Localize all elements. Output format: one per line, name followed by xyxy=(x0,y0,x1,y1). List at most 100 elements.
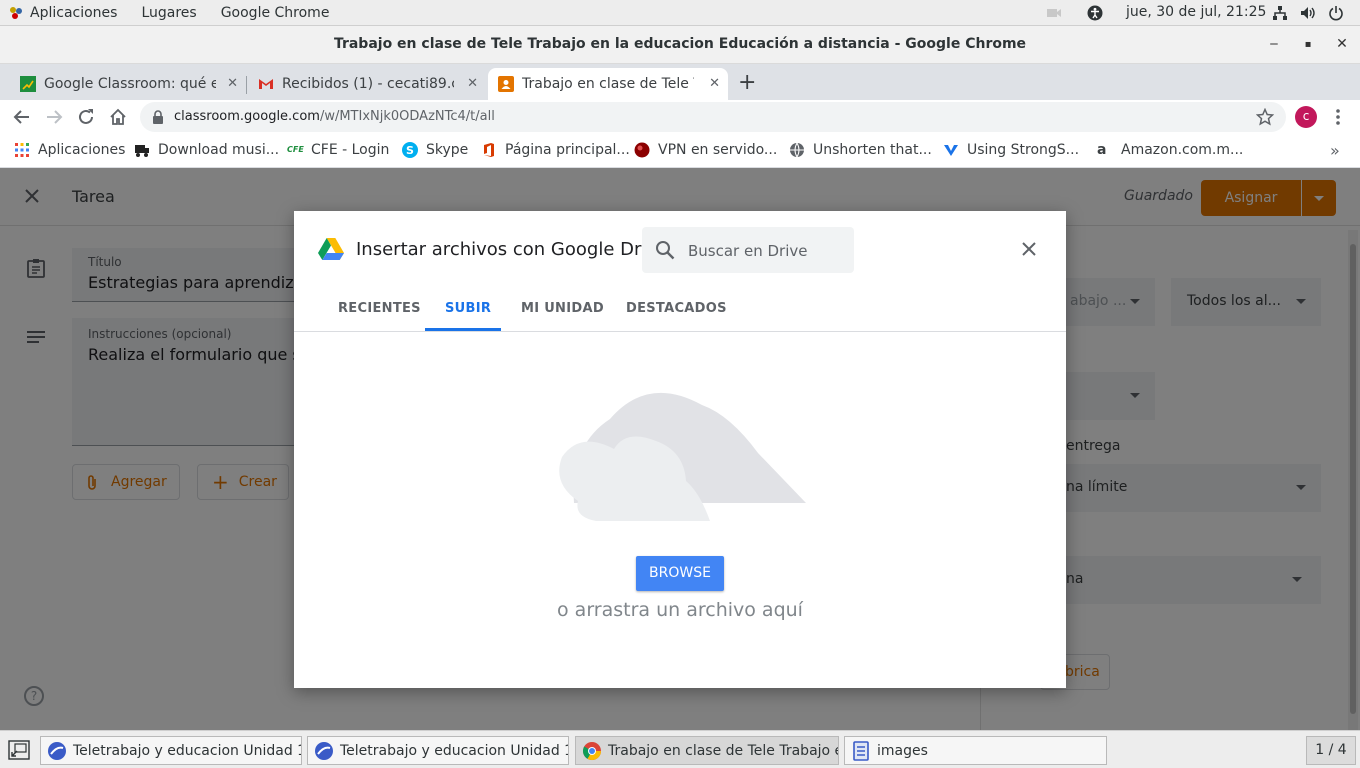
task-label: Teletrabajo y educacion Unidad 1 - ... xyxy=(73,742,301,759)
gmail-favicon-icon xyxy=(258,76,274,92)
maximize-button[interactable]: ▪ xyxy=(1300,39,1316,50)
task-label: Trabajo en clase de Tele Trabajo en l... xyxy=(608,742,838,759)
tab-mi-unidad[interactable]: MI UNIDAD xyxy=(521,301,604,316)
skype-icon: S xyxy=(402,142,418,158)
new-tab-button[interactable]: + xyxy=(738,70,756,95)
google-drive-logo-icon xyxy=(318,238,344,260)
svg-text:S: S xyxy=(406,144,414,157)
bookmark-amazon[interactable]: a Amazon.com.m... xyxy=(1097,142,1243,158)
bookmarks-overflow-button[interactable]: » xyxy=(1330,141,1340,160)
bookmark-skype[interactable]: S Skype xyxy=(402,142,468,158)
clock[interactable]: jue, 30 de jul, 21:25 xyxy=(1126,4,1266,20)
drop-hint: o arrastra un archivo aquí xyxy=(557,599,803,621)
task-images[interactable]: images xyxy=(844,736,1107,765)
task-label: images xyxy=(877,742,928,759)
drive-search-input[interactable]: Buscar en Drive xyxy=(642,227,854,273)
url-host: classroom.google.com xyxy=(174,109,320,124)
workspace-indicator[interactable]: 1 / 4 xyxy=(1306,736,1356,765)
close-dialog-icon[interactable] xyxy=(1021,241,1037,257)
address-bar[interactable]: classroom.google.com/w/MTIxNjk0ODAzNTc4/… xyxy=(140,102,1286,132)
reload-icon[interactable] xyxy=(76,107,96,127)
minimize-button[interactable]: ‒ xyxy=(1266,36,1282,52)
cfe-logo-icon: CFE xyxy=(287,145,304,154)
close-tab-icon[interactable]: ✕ xyxy=(709,76,720,91)
classroom-assignment-favicon-icon xyxy=(498,76,514,92)
bookmark-unshorten[interactable]: Unshorten that... xyxy=(789,142,932,158)
tab-gmail[interactable]: Recibidos (1) - cecati89.co ✕ xyxy=(246,68,486,100)
toolbar: classroom.google.com/w/MTIxNjk0ODAzNTc4/… xyxy=(0,100,1360,134)
bookmark-label: Amazon.com.m... xyxy=(1121,142,1244,158)
tabs-divider xyxy=(294,331,1066,332)
apps-grid-icon xyxy=(14,142,30,158)
browse-button[interactable]: BROWSE xyxy=(636,556,724,591)
tab-classroom-active[interactable]: Trabajo en clase de Tele Tr ✕ xyxy=(488,68,728,100)
task-teletrabajo-2[interactable]: Teletrabajo y educacion Unidad 1 [fil... xyxy=(307,736,569,765)
truck-icon xyxy=(134,142,150,158)
office-icon xyxy=(481,142,497,158)
window-title-bar[interactable]: Trabajo en clase de Tele Trabajo en la e… xyxy=(0,26,1360,64)
app-menu[interactable]: Google Chrome xyxy=(221,5,330,21)
strongswan-icon xyxy=(943,142,959,158)
upload-cloud-icon xyxy=(552,385,808,521)
forward-icon[interactable] xyxy=(44,107,64,127)
apps-menu-icon xyxy=(8,5,24,21)
bookmark-strongswan[interactable]: Using StrongS... xyxy=(943,142,1079,158)
bookmark-vpn[interactable]: VPN en servido... xyxy=(634,142,777,158)
tab-label: Trabajo en clase de Tele Tr xyxy=(522,76,694,92)
globe-icon xyxy=(789,142,805,158)
drive-picker-dialog: Insertar archivos con Google Drive Busca… xyxy=(294,211,1066,688)
apps-menu[interactable]: Aplicaciones xyxy=(30,5,117,21)
lock-icon[interactable] xyxy=(152,110,164,124)
task-label: Teletrabajo y educacion Unidad 1 [fil... xyxy=(340,742,568,759)
classroom-favicon-icon xyxy=(20,76,36,92)
chrome-menu-icon[interactable] xyxy=(1332,108,1344,126)
tab-subir[interactable]: SUBIR xyxy=(445,301,491,316)
tab-label: Recibidos (1) - cecati89.co xyxy=(282,76,454,92)
task-teletrabajo-1[interactable]: Teletrabajo y educacion Unidad 1 - ... xyxy=(40,736,302,765)
home-icon[interactable] xyxy=(108,107,128,127)
close-window-button[interactable]: ✕ xyxy=(1334,36,1350,52)
bookmark-star-icon[interactable] xyxy=(1256,108,1274,126)
tab-destacados[interactable]: DESTACADOS xyxy=(626,301,727,316)
search-icon xyxy=(655,240,675,260)
accessibility-icon[interactable] xyxy=(1087,5,1103,21)
dialog-title: Insertar archivos con Google Drive xyxy=(356,239,669,260)
close-tab-icon[interactable]: ✕ xyxy=(467,76,478,91)
bookmark-label: Aplicaciones xyxy=(38,142,126,158)
bookmark-label: VPN en servido... xyxy=(658,142,778,158)
bookmark-label: Página principal... xyxy=(505,142,630,158)
libreoffice-icon xyxy=(47,741,67,761)
gnome-top-bar: Aplicaciones Lugares Google Chrome jue, … xyxy=(0,0,1360,26)
search-placeholder: Buscar en Drive xyxy=(688,242,808,260)
bookmark-label: Skype xyxy=(426,142,469,158)
back-icon[interactable] xyxy=(12,107,32,127)
window-title: Trabajo en clase de Tele Trabajo en la e… xyxy=(333,36,1027,52)
volume-icon[interactable] xyxy=(1300,5,1316,21)
bookmark-label: CFE - Login xyxy=(311,142,390,158)
url-path: /w/MTIxNjk0ODAzNTc4/t/all xyxy=(319,109,495,124)
chrome-icon xyxy=(582,741,602,761)
bookmarks-bar: Aplicaciones Download musi... CFE CFE - … xyxy=(0,134,1360,168)
file-manager-icon xyxy=(851,740,871,761)
network-icon[interactable] xyxy=(1272,5,1288,21)
tab-strip: Google Classroom: qué es ✕ Recibidos (1)… xyxy=(0,64,1360,100)
task-chrome[interactable]: Trabajo en clase de Tele Trabajo en l... xyxy=(575,736,839,765)
bookmark-office[interactable]: Página principal... xyxy=(481,142,630,158)
close-tab-icon[interactable]: ✕ xyxy=(227,76,238,91)
vpn-icon xyxy=(634,142,650,158)
places-menu[interactable]: Lugares xyxy=(141,5,196,21)
bookmark-apps[interactable]: Aplicaciones xyxy=(14,142,125,158)
show-desktop-icon[interactable] xyxy=(8,740,30,760)
profile-avatar[interactable]: c xyxy=(1295,106,1317,128)
bookmark-label: Unshorten that... xyxy=(813,142,932,158)
tab-recientes[interactable]: RECIENTES xyxy=(338,301,421,316)
url-text: classroom.google.com/w/MTIxNjk0ODAzNTc4/… xyxy=(174,109,495,124)
bookmark-cfe-login[interactable]: CFE CFE - Login xyxy=(287,142,389,158)
bookmark-label: Download musi... xyxy=(158,142,280,158)
bookmark-label: Using StrongS... xyxy=(967,142,1080,158)
tab-classroom-info[interactable]: Google Classroom: qué es ✕ xyxy=(4,68,247,100)
power-icon[interactable] xyxy=(1328,5,1344,21)
libreoffice-icon xyxy=(314,741,334,761)
tab-label: Google Classroom: qué es xyxy=(44,76,216,92)
bookmark-download-music[interactable]: Download musi... xyxy=(134,142,279,158)
